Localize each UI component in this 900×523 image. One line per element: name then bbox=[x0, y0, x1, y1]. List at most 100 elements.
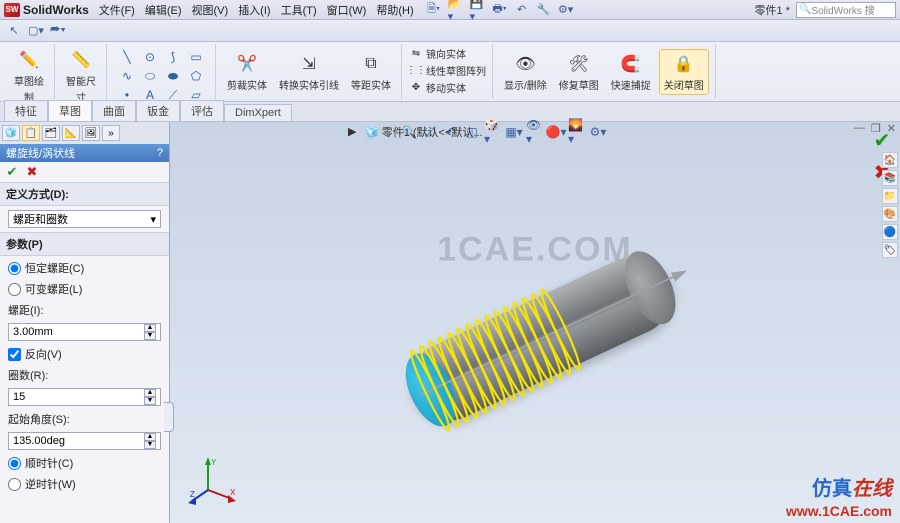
expand-icon[interactable]: ▶ bbox=[348, 125, 362, 139]
trim-button[interactable]: ✂️剪裁实体 bbox=[223, 50, 271, 94]
main-menu: 文件(F) 编辑(E) 视图(V) 插入(I) 工具(T) 窗口(W) 帮助(H… bbox=[99, 2, 414, 18]
spin-up-icon[interactable]: ▲ bbox=[144, 324, 156, 332]
app-title: SolidWorks bbox=[23, 3, 89, 17]
corner-ok-icon[interactable]: ✔ bbox=[870, 128, 894, 152]
circle-icon[interactable]: ⊙ bbox=[145, 50, 155, 64]
dimxpert-tab-icon[interactable]: 📐 bbox=[62, 125, 80, 141]
display-icon: 👁 bbox=[513, 52, 537, 76]
tab-sheet[interactable]: 钣金 bbox=[136, 100, 180, 121]
pm-help-icon[interactable]: ? bbox=[157, 147, 163, 159]
repair-icon: 🛠 bbox=[567, 52, 591, 76]
select-icon[interactable]: ↖ bbox=[6, 23, 22, 39]
tab-dimxpert[interactable]: DimXpert bbox=[224, 104, 292, 121]
tab-surface[interactable]: 曲面 bbox=[92, 100, 136, 121]
property-tab-icon[interactable]: 📋 bbox=[22, 125, 40, 141]
pm-section-parameters[interactable]: 参数(P) bbox=[0, 232, 169, 256]
polygon-icon[interactable]: ⬠ bbox=[191, 69, 201, 83]
open-icon[interactable]: 📂▾ bbox=[448, 2, 464, 18]
spin-down-icon[interactable]: ▼ bbox=[144, 441, 156, 449]
selection-filter-icon[interactable]: ▢▾ bbox=[28, 23, 44, 39]
menu-edit[interactable]: 编辑(E) bbox=[145, 2, 182, 18]
menu-insert[interactable]: 插入(I) bbox=[238, 2, 270, 18]
custom-props-tab-icon[interactable]: 🏷 bbox=[882, 242, 898, 258]
reverse-checkbox[interactable]: 反向(V) bbox=[8, 346, 161, 362]
save-icon[interactable]: 💾▾ bbox=[470, 2, 486, 18]
view-settings-icon[interactable]: ⚙▾ bbox=[589, 123, 607, 141]
tab-feature[interactable]: 特征 bbox=[4, 100, 48, 121]
flyout-feature-tree[interactable]: ▶ 🧊 零件1 (默认<<默认... bbox=[348, 124, 483, 140]
offset-button[interactable]: ⧉等距实体 bbox=[347, 50, 395, 94]
snap-button[interactable]: 🧲快速捕捉 bbox=[607, 50, 655, 94]
design-lib-tab-icon[interactable]: 📚 bbox=[882, 170, 898, 186]
variable-pitch-radio[interactable]: 可变螺距(L) bbox=[8, 281, 161, 297]
ellipse-icon[interactable]: ⬭ bbox=[145, 69, 155, 84]
tab-sketch[interactable]: 草图 bbox=[48, 100, 92, 121]
cursor-icon[interactable]: ⮫▾ bbox=[50, 23, 66, 39]
svg-text:Y: Y bbox=[211, 458, 217, 467]
view-palette-tab-icon[interactable]: 🎨 bbox=[882, 206, 898, 222]
revolutions-input[interactable]: 15 ▲▼ bbox=[8, 388, 161, 406]
spline-icon[interactable]: ∿ bbox=[122, 69, 132, 83]
appearance-icon[interactable]: 🔴▾ bbox=[547, 123, 565, 141]
sketch-entities: ╲ ⊙ ⟆ ▭ ∿ ⬭ ⬬ ⬠ • A ⟋ ▱ bbox=[114, 46, 209, 106]
menu-window[interactable]: 窗口(W) bbox=[327, 2, 367, 18]
menu-help[interactable]: 帮助(H) bbox=[376, 2, 413, 18]
tab-evaluate[interactable]: 评估 bbox=[180, 100, 224, 121]
pattern-button[interactable]: ⋮⋮线性草图阵列 bbox=[409, 63, 486, 78]
scene-icon[interactable]: 🌄▾ bbox=[568, 123, 586, 141]
close-sketch-button[interactable]: 🔒关闭草图 bbox=[659, 49, 709, 95]
pitch-input[interactable]: 3.00mm ▲▼ bbox=[8, 323, 161, 341]
display-button[interactable]: 👁显示/删除 bbox=[500, 50, 551, 94]
line-icon[interactable]: ╲ bbox=[123, 50, 130, 64]
cw-radio[interactable]: 顺时针(C) bbox=[8, 455, 161, 471]
move-button[interactable]: ✥移动实体 bbox=[409, 80, 486, 95]
search-input[interactable]: 🔍 SolidWorks 搜 bbox=[796, 2, 896, 18]
smart-dimension-button[interactable]: 📏 智能尺寸 bbox=[62, 46, 100, 106]
snap-icon: 🧲 bbox=[619, 52, 643, 76]
spin-down-icon[interactable]: ▼ bbox=[144, 397, 156, 405]
options-icon[interactable]: ⚙▾ bbox=[558, 2, 574, 18]
more-tab-icon[interactable]: » bbox=[102, 125, 120, 141]
new-icon[interactable]: 🗎▾ bbox=[426, 2, 442, 18]
mdi-min-icon[interactable]: — bbox=[854, 122, 865, 135]
ccw-radio[interactable]: 逆时针(W) bbox=[8, 476, 161, 492]
orientation-triad[interactable]: Y X Z bbox=[188, 455, 238, 505]
print-icon[interactable]: 🖶▾ bbox=[492, 2, 508, 18]
arc-icon[interactable]: ⟆ bbox=[171, 50, 176, 64]
pm-cancel-icon[interactable]: ✖ bbox=[24, 164, 40, 180]
menu-file[interactable]: 文件(F) bbox=[99, 2, 135, 18]
mirror-button[interactable]: ⇋镜向实体 bbox=[409, 46, 486, 61]
slot-icon[interactable]: ⬬ bbox=[168, 69, 178, 84]
rebuild-icon[interactable]: 🔧 bbox=[536, 2, 552, 18]
rect-icon[interactable]: ▭ bbox=[190, 50, 201, 64]
menu-view[interactable]: 视图(V) bbox=[192, 2, 229, 18]
constant-pitch-radio[interactable]: 恒定螺距(C) bbox=[8, 260, 161, 276]
display-style-icon[interactable]: ▦▾ bbox=[505, 123, 523, 141]
brand-watermark: 仿真在线 bbox=[812, 472, 892, 501]
spin-down-icon[interactable]: ▼ bbox=[144, 332, 156, 340]
pm-section-definition[interactable]: 定义方式(D): bbox=[0, 182, 169, 206]
convert-button[interactable]: ⇲转换实体引线 bbox=[275, 50, 343, 94]
undo-icon[interactable]: ↶ bbox=[514, 2, 530, 18]
spin-up-icon[interactable]: ▲ bbox=[144, 389, 156, 397]
panel-collapse-handle[interactable] bbox=[164, 402, 174, 432]
spin-up-icon[interactable]: ▲ bbox=[144, 433, 156, 441]
appearances-tab-icon[interactable]: 🔵 bbox=[882, 224, 898, 240]
offset-icon: ⧉ bbox=[359, 52, 383, 76]
feature-tree-tab-icon[interactable]: 🧊 bbox=[2, 125, 20, 141]
menu-tools[interactable]: 工具(T) bbox=[281, 2, 317, 18]
hide-show-icon[interactable]: 👁▾ bbox=[526, 123, 544, 141]
view-orient-icon[interactable]: 🎲▾ bbox=[484, 123, 502, 141]
pm-title-bar: 螺旋线/涡状线 ? bbox=[0, 144, 169, 162]
pm-ok-icon[interactable]: ✔ bbox=[4, 164, 20, 180]
repair-button[interactable]: 🛠修复草图 bbox=[555, 50, 603, 94]
resources-tab-icon[interactable]: 🏠 bbox=[882, 152, 898, 168]
graphics-viewport[interactable]: — ❐ ✕ ▶ 🧊 零件1 (默认<<默认... ✔ ✖ 🏠 📚 📁 🎨 🔵 🏷… bbox=[170, 122, 900, 523]
exit-sketch-button[interactable]: ✏️ 草图绘制 bbox=[10, 46, 48, 106]
start-angle-input[interactable]: 135.00deg ▲▼ bbox=[8, 432, 161, 450]
file-explorer-tab-icon[interactable]: 📁 bbox=[882, 188, 898, 204]
config-tab-icon[interactable]: 🗂 bbox=[42, 125, 60, 141]
display-tab-icon[interactable]: 🖼 bbox=[82, 125, 100, 141]
definition-combo[interactable]: 螺距和圈数▾ bbox=[8, 210, 161, 228]
chevron-down-icon: ▾ bbox=[150, 213, 156, 226]
